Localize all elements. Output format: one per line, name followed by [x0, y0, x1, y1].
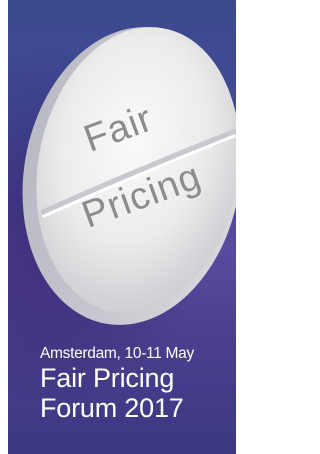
- event-location-date: Amsterdam, 10-11 May: [40, 345, 194, 362]
- event-caption: Amsterdam, 10-11 May Fair Pricing Forum …: [40, 345, 236, 423]
- pill-graphic: [22, 27, 236, 325]
- pill-illustration: Fair Pricing: [8, 0, 236, 340]
- event-title-line1: Fair Pricing: [40, 363, 175, 393]
- event-title-line2: Forum 2017: [40, 393, 184, 423]
- event-banner: Fair Pricing Amsterdam, 10-11 May Fair P…: [8, 0, 236, 454]
